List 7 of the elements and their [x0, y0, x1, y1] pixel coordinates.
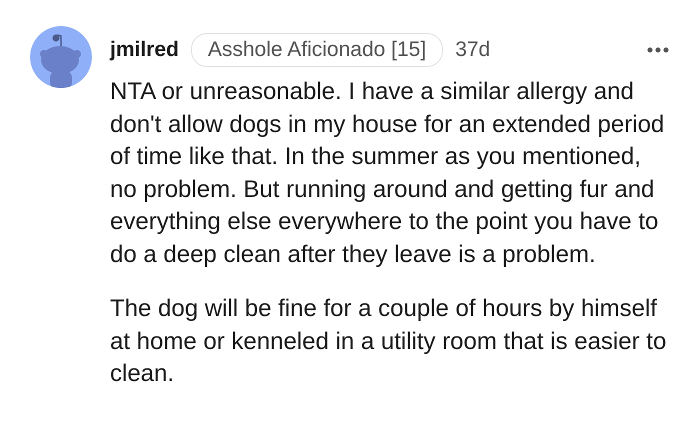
- username[interactable]: jmilred: [110, 38, 179, 62]
- comment-age: 37d: [455, 38, 490, 62]
- avatar-icon: [30, 26, 92, 88]
- comment-paragraph: NTA or unreasonable. I have a similar allergy and don't allow dogs in my house for an extended period of time like that. In the summer as you mentioned, no problem. But running around and getting fur and everything else everywhere to the point you have to do a deep clean after they leave is a problem.: [110, 77, 666, 270]
- comment-paragraph: The dog will be fine for a couple of hours by himself at home or kenneled in a utility room that is easier to clean.: [110, 294, 668, 389]
- user-flair: Asshole Aficionado [15]: [190, 33, 444, 67]
- more-options-icon[interactable]: [646, 46, 670, 54]
